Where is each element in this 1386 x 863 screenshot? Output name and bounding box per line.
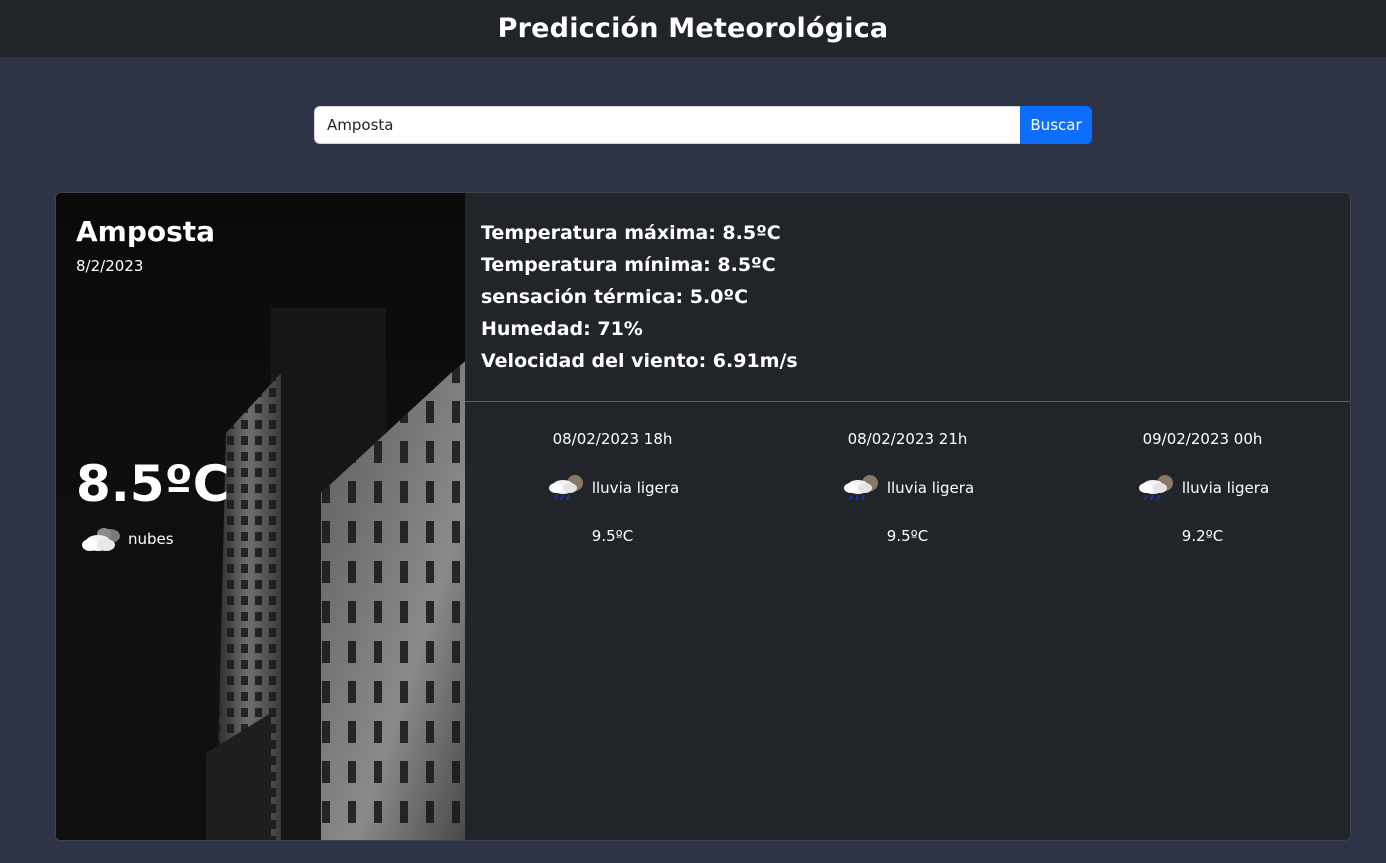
- clouds-icon: [82, 528, 120, 551]
- current-condition: nubes: [80, 524, 174, 554]
- forecast-datetime: 08/02/2023 18h: [552, 430, 673, 448]
- page-title: Predicción Meteorológica: [497, 13, 889, 44]
- humidity: Humedad: 71%: [481, 318, 643, 340]
- forecast-description: lluvia ligera: [1181, 479, 1270, 497]
- forecast-item: 08/02/2023 18h lluvia ligera 9.5ºC: [465, 430, 760, 545]
- forecast-description: lluvia ligera: [591, 479, 680, 497]
- light-rain-icon: [843, 475, 878, 501]
- weather-card: Amposta 8/2/2023 8.5ºC nubes Temperatura…: [55, 192, 1351, 841]
- forecast-condition: lluvia ligera: [1136, 472, 1269, 504]
- forecast-condition: lluvia ligera: [546, 472, 679, 504]
- min-temperature: Temperatura mínima: 8.5ºC: [481, 254, 776, 276]
- light-rain-icon: [1138, 475, 1173, 501]
- forecast-item: 08/02/2023 21h lluvia ligera 9.5ºC: [760, 430, 1055, 545]
- forecast-list: 08/02/2023 18h lluvia ligera 9.5ºC 08/02…: [465, 402, 1350, 545]
- forecast-description: lluvia ligera: [886, 479, 975, 497]
- forecast-temperature: 9.5ºC: [886, 527, 929, 545]
- max-temperature: Temperatura máxima: 8.5ºC: [481, 222, 781, 244]
- city-name: Amposta: [76, 215, 216, 248]
- light-rain-icon: [548, 475, 583, 501]
- current-condition-label: nubes: [128, 530, 174, 548]
- top-bar: Predicción Meteorológica: [0, 0, 1386, 57]
- current-temperature: 8.5ºC: [76, 455, 230, 513]
- current-date: 8/2/2023: [76, 257, 144, 275]
- feels-like: sensación térmica: 5.0ºC: [481, 286, 749, 308]
- forecast-temperature: 9.5ºC: [591, 527, 634, 545]
- search-bar: Buscar: [314, 106, 1092, 144]
- current-weather-panel: Amposta 8/2/2023 8.5ºC nubes: [56, 193, 465, 840]
- forecast-item: 09/02/2023 00h lluvia ligera 9.2ºC: [1055, 430, 1350, 545]
- forecast-datetime: 09/02/2023 00h: [1142, 430, 1263, 448]
- search-input[interactable]: [314, 106, 1020, 144]
- forecast-condition: lluvia ligera: [841, 472, 974, 504]
- weather-details: Temperatura máxima: 8.5ºC Temperatura mí…: [465, 193, 1350, 402]
- wind-speed: Velocidad del viento: 6.91m/s: [481, 350, 798, 372]
- details-panel: Temperatura máxima: 8.5ºC Temperatura mí…: [465, 193, 1350, 840]
- search-button[interactable]: Buscar: [1020, 106, 1092, 144]
- city-background-image: [56, 193, 465, 840]
- forecast-datetime: 08/02/2023 21h: [847, 430, 968, 448]
- forecast-temperature: 9.2ºC: [1181, 527, 1224, 545]
